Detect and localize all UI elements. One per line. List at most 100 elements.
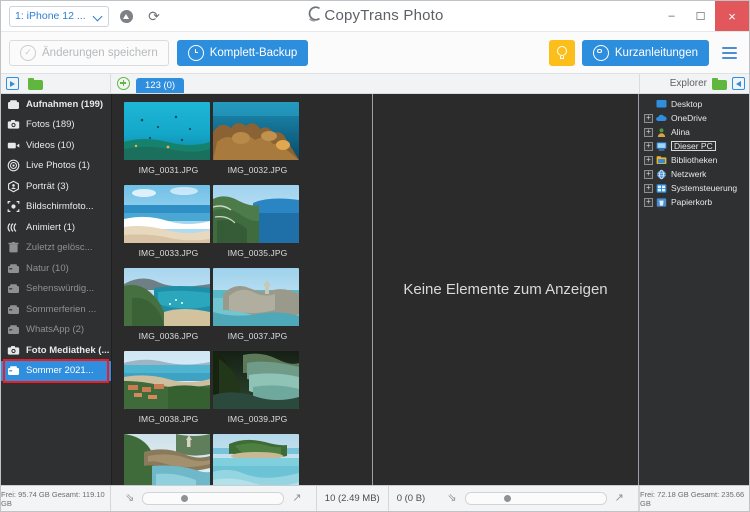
album-icon (7, 364, 20, 377)
quick-guides-label: Kurzanleitungen (614, 46, 698, 59)
tree-node-dieser-pc[interactable]: + Dieser PC (639, 139, 749, 153)
sidebar-item-videos[interactable]: Videos (10) (1, 135, 111, 156)
slider-knob[interactable] (181, 494, 189, 502)
sidebar-item-label: Sommerferien ... (26, 303, 97, 315)
photo-item[interactable]: IMG_0037.JPG (213, 268, 302, 341)
sidebar-item-portraet[interactable]: Porträt (3) (1, 176, 111, 197)
photo-item[interactable]: IMG_0039.JPG (213, 351, 302, 424)
sidebar-item-zuletzt-geloescht[interactable]: Zuletzt gelösc... (1, 238, 111, 259)
minimize-button[interactable]: – (657, 1, 686, 31)
tree-node-label: Alina (671, 126, 690, 137)
photo-item[interactable]: IMG_0035.JPG (213, 185, 302, 258)
slider-knob[interactable] (503, 494, 511, 502)
tips-button[interactable] (548, 39, 575, 66)
tree-expander[interactable]: + (644, 141, 653, 151)
tree-node-label: Desktop (671, 98, 703, 109)
sidebar-item-sehenswuerdigkeiten[interactable]: Sehenswürdig... (1, 279, 111, 300)
tree-node-onedrive[interactable]: + OneDrive (639, 111, 749, 125)
tree-expander[interactable]: + (644, 127, 653, 137)
zoom-out-icon[interactable]: ⇘ (125, 493, 134, 504)
photo-thumbnail[interactable] (124, 268, 210, 326)
photo-thumbnail[interactable] (124, 351, 210, 409)
tree-expander-spacer (644, 100, 653, 109)
sidebar-item-natur[interactable]: Natur (10) (1, 258, 111, 279)
eject-button[interactable] (115, 5, 137, 27)
photo-grid-panel[interactable]: IMG_0031.JPG IMG_0032.JPG IMG_0033.JPG I… (112, 94, 373, 485)
folder-import-icon[interactable] (28, 77, 43, 90)
sidebar-item-aufnahmen[interactable]: Aufnahmen (199) (1, 94, 111, 115)
album-icon (7, 262, 20, 275)
sidebar-item-animiert[interactable]: Animiert (1) (1, 217, 111, 238)
photo-item[interactable]: IMG_0032.JPG (213, 102, 302, 175)
add-tab-icon[interactable] (117, 77, 130, 90)
photo-thumbnail[interactable] (213, 434, 299, 485)
tree-node-label: Dieser PC (671, 140, 716, 152)
tree-node-label: OneDrive (671, 112, 707, 123)
photo-thumbnail[interactable] (124, 185, 210, 243)
sidebar-item-label: Natur (10) (26, 262, 69, 274)
animated-icon (7, 221, 20, 234)
tab-123[interactable]: 123 (0) (136, 78, 185, 93)
zoom-out-icon[interactable]: ⇘ (447, 493, 456, 504)
refresh-button[interactable]: ⟳ (143, 5, 165, 27)
photo-item[interactable]: IMG_0031.JPG (124, 102, 213, 175)
device-selector-label: 1: iPhone 12 ... (15, 10, 86, 22)
folder-icon[interactable] (712, 77, 727, 90)
play-square-icon[interactable] (6, 77, 19, 90)
sidebar-item-live-photos[interactable]: Live Photos (1) (1, 156, 111, 177)
zoom-in-icon[interactable]: ↗ (615, 493, 624, 504)
photo-item[interactable]: IMG_0040.JPG (124, 434, 213, 485)
photo-item[interactable]: IMG_0036.JPG (124, 268, 213, 341)
tree-node-alina[interactable]: + Alina (639, 125, 749, 139)
maximize-button[interactable]: ☐ (686, 1, 715, 31)
save-changes-button[interactable]: ✓ Änderungen speichern (9, 39, 169, 66)
sidebar-item-label: Fotos (189) (26, 119, 75, 131)
photo-thumbnail[interactable] (213, 351, 299, 409)
pc-thumb-size-slider[interactable] (464, 492, 607, 505)
tree-expander[interactable]: + (644, 197, 653, 207)
device-disk-usage: Frei: 95.74 GB Gesamt: 119.10 GB (1, 486, 111, 511)
device-selector[interactable]: 1: iPhone 12 ... (9, 5, 109, 27)
device-thumb-size-slider[interactable] (142, 492, 285, 505)
save-changes-label: Änderungen speichern (42, 46, 158, 59)
tree-node-papierkorb[interactable]: + Papierkorb (639, 195, 749, 209)
lightbulb-icon (556, 46, 567, 59)
album-icon (7, 282, 20, 295)
photo-item[interactable]: IMG_0033.JPG (124, 185, 213, 258)
sidebar-item-foto-mediathek[interactable]: Foto Mediathek (... (1, 340, 111, 361)
tree-node-label: Systemsteuerung (671, 182, 738, 193)
selected-count-right: 0 (0 B) (396, 493, 426, 504)
tree-node-netzwerk[interactable]: + Netzwerk (639, 167, 749, 181)
photo-item[interactable]: IMG_0041.JPG (213, 434, 302, 485)
full-backup-button[interactable]: Komplett-Backup (176, 39, 309, 66)
sidebar-item-whatsapp[interactable]: WhatsApp (2) (1, 320, 111, 341)
target-folder-panel[interactable]: Keine Elemente zum Anzeigen (373, 94, 639, 485)
tree-node-label: Netzwerk (671, 168, 707, 179)
title-bar: 1: iPhone 12 ... ⟳ CopyTrans Photo – ☐ × (1, 1, 749, 32)
sidebar-item-sommer-2021[interactable]: Sommer 2021... (1, 360, 111, 381)
photo-thumbnail[interactable] (213, 268, 299, 326)
tree-expander[interactable]: + (644, 155, 653, 165)
tree-node-bibliotheken[interactable]: + Bibliotheken (639, 153, 749, 167)
tree-expander[interactable]: + (644, 183, 653, 193)
photo-thumbnail[interactable] (124, 434, 210, 485)
photo-thumbnail[interactable] (213, 102, 299, 160)
sidebar-item-label: Zuletzt gelösc... (26, 242, 93, 254)
sidebar-item-fotos[interactable]: Fotos (189) (1, 115, 111, 136)
collapse-panel-icon[interactable] (732, 77, 745, 90)
hamburger-menu-icon[interactable] (717, 40, 741, 66)
tree-expander[interactable]: + (644, 169, 653, 179)
photo-item[interactable]: IMG_0038.JPG (124, 351, 213, 424)
photo-thumbnail[interactable] (213, 185, 299, 243)
sidebar-item-sommerferien[interactable]: Sommerferien ... (1, 299, 111, 320)
tree-node-systemsteuerung[interactable]: + Systemsteuerung (639, 181, 749, 195)
tree-node-desktop[interactable]: Desktop (639, 97, 749, 111)
tree-expander[interactable]: + (644, 113, 653, 123)
photo-thumbnail[interactable] (124, 102, 210, 160)
user-icon (656, 127, 667, 138)
quick-guides-button[interactable]: Kurzanleitungen (581, 39, 709, 66)
sidebar-item-bildschirmfotos[interactable]: Bildschirmfoto... (1, 197, 111, 218)
app-title-text: CopyTrans Photo (324, 7, 444, 24)
close-button[interactable]: × (715, 1, 749, 31)
zoom-in-icon[interactable]: ↗ (292, 493, 301, 504)
